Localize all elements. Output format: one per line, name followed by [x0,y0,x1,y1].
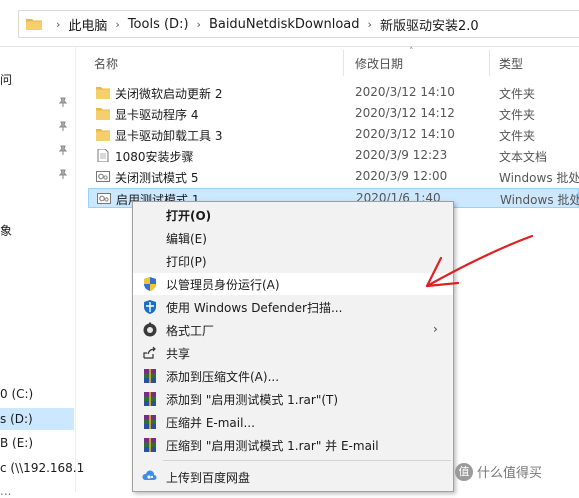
breadcrumb-drive[interactable]: Tools (D:) [128,17,189,32]
address-bar: › 此电脑 › Tools (D:) › BaiduNetdiskDownloa… [0,0,579,47]
menu-item-edit[interactable]: 编辑(E) [133,227,453,249]
pin-icon [58,145,68,155]
winrar-icon [144,415,156,429]
file-type: Windows 批处 [499,171,579,185]
nav-item-network-drive[interactable]: c (\\192.168.1 [0,461,84,475]
nav-item-more[interactable]: ... [0,484,11,498]
menu-item-label: 以管理员身份运行(A) [166,278,280,292]
nav-item-drive-d[interactable]: s (D:) [0,408,74,430]
winrar-icon [144,369,156,383]
menu-item-add-to-rar[interactable]: 添加到 "启用测试模式 1.rar"(T) [133,388,453,410]
watermark-text: 什么值得买 [477,466,543,481]
menu-item-defender-scan[interactable]: 使用 Windows Defender扫描... [133,296,453,318]
file-row[interactable]: 关闭测试模式 5 2020/3/9 12:00 Windows 批处 [88,167,579,187]
list-header: ˄ 名称 修改日期 类型 [84,47,579,76]
menu-item-upload-baidu[interactable]: 上传到百度网盘 [133,466,453,488]
breadcrumb-this-pc[interactable]: 此电脑 [68,15,107,34]
file-row[interactable]: 显卡驱动卸载工具 3 2020/3/12 14:10 文件夹 [88,125,579,145]
chevron-right-icon[interactable]: › [115,18,119,31]
menu-item-compress-to-rar-email[interactable]: 压缩到 "启用测试模式 1.rar" 并 E-mail [133,434,453,456]
file-name: 显卡驱动程序 4 [115,108,199,122]
file-date: 2020/3/9 12:00 [355,169,448,183]
file-name: 显卡驱动卸载工具 3 [115,129,223,143]
file-date: 2020/3/9 12:23 [355,148,448,162]
menu-item-label: 共享 [166,347,191,361]
nav-item-quick-access[interactable]: 问 [0,71,12,88]
menu-item-run-as-admin[interactable]: 以管理员身份运行(A) [133,273,453,295]
menu-item-label: 格式工厂 [166,324,215,338]
pin-icon [58,121,68,131]
chevron-right-icon[interactable]: › [197,18,201,31]
folder-icon [26,18,42,30]
file-row[interactable]: 关闭微软启动更新 2 2020/3/12 14:10 文件夹 [88,83,579,103]
file-date: 2020/3/12 14:12 [355,106,455,120]
menu-item-label: 打开(O) [166,209,212,223]
breadcrumb-folder[interactable]: BaiduNetdiskDownload [209,17,360,32]
menu-item-open[interactable]: 打开(O) [133,204,453,226]
menu-item-label: 上传到百度网盘 [166,471,251,485]
file-type: 文件夹 [499,129,536,143]
nav-item-drive-e[interactable]: B (E:) [0,436,33,450]
menu-item-add-to-archive[interactable]: 添加到压缩文件(A)... [133,365,453,387]
uac-shield-icon [144,277,156,291]
menu-item-share[interactable]: 共享 [133,342,453,364]
chevron-right-icon[interactable]: › [56,18,60,31]
menu-item-format-factory[interactable]: 格式工厂 › [133,319,453,341]
watermark: 值 什么值得买 [455,462,542,481]
menu-item-label: 压缩并 E-mail... [166,416,255,430]
column-header-type[interactable]: 类型 [499,55,523,72]
context-menu: 打开(O) 编辑(E) 打印(P) 以管理员身份运行(A) 使用 Windows… [132,201,454,492]
breadcrumb-current[interactable]: 新版驱动安装2.0 [380,15,479,34]
file-date: 2020/3/12 14:10 [355,85,455,99]
pin-icon [58,169,68,179]
file-name: 1080安装步骤 [115,150,194,164]
chevron-right-icon: › [433,322,438,336]
text-file-icon [97,149,109,162]
file-name: 关闭测试模式 5 [115,171,199,185]
baidu-netdisk-icon [142,470,157,480]
batch-file-icon [96,171,110,182]
column-header-date[interactable]: 修改日期 [355,55,403,72]
defender-shield-icon [144,300,156,314]
nav-item-drive-c[interactable]: 0 (C:) [0,387,33,401]
menu-item-print[interactable]: 打印(P) [133,250,453,272]
menu-item-label: 添加到 "启用测试模式 1.rar"(T) [166,393,339,407]
nav-item-objects[interactable]: 象 [0,222,12,239]
column-divider[interactable] [489,50,490,76]
menu-item-label: 打印(P) [166,255,207,269]
file-type: 文件夹 [499,108,536,122]
chevron-right-icon[interactable]: › [368,18,372,31]
menu-item-label: 添加到压缩文件(A)... [166,370,280,384]
menu-item-label: 编辑(E) [166,232,207,246]
batch-file-icon [97,193,111,204]
menu-item-compress-email[interactable]: 压缩并 E-mail... [133,411,453,433]
share-icon [143,346,156,359]
sort-caret-icon: ˄ [409,47,414,57]
winrar-icon [144,392,156,406]
folder-icon [96,87,110,99]
winrar-icon [144,438,156,452]
folder-icon [96,129,110,141]
menu-item-label: 压缩到 "启用测试模式 1.rar" 并 E-mail [166,439,379,453]
format-factory-icon [143,322,157,337]
pin-icon [58,97,68,107]
file-row[interactable]: 显卡驱动程序 4 2020/3/12 14:12 文件夹 [88,104,579,124]
column-header-name[interactable]: 名称 [94,55,118,72]
watermark-badge: 值 [455,462,473,481]
folder-icon [96,108,110,120]
file-date: 2020/3/12 14:10 [355,127,455,141]
navigation-pane: 问 象 0 (C:) s (D:) B (E:) c (\\192.168.1 … [0,47,84,498]
file-type: 文件夹 [499,87,536,101]
column-divider[interactable] [343,50,344,76]
file-row[interactable]: 1080安装步骤 2020/3/9 12:23 文本文档 [88,146,579,166]
breadcrumb[interactable]: › 此电脑 › Tools (D:) › BaiduNetdiskDownloa… [18,10,579,38]
file-type: 文本文档 [499,150,548,164]
menu-separator [163,460,451,461]
file-type: Windows 批处 [500,193,579,207]
file-name: 关闭微软启动更新 2 [115,87,223,101]
menu-item-label: 使用 Windows Defender扫描... [166,301,343,315]
